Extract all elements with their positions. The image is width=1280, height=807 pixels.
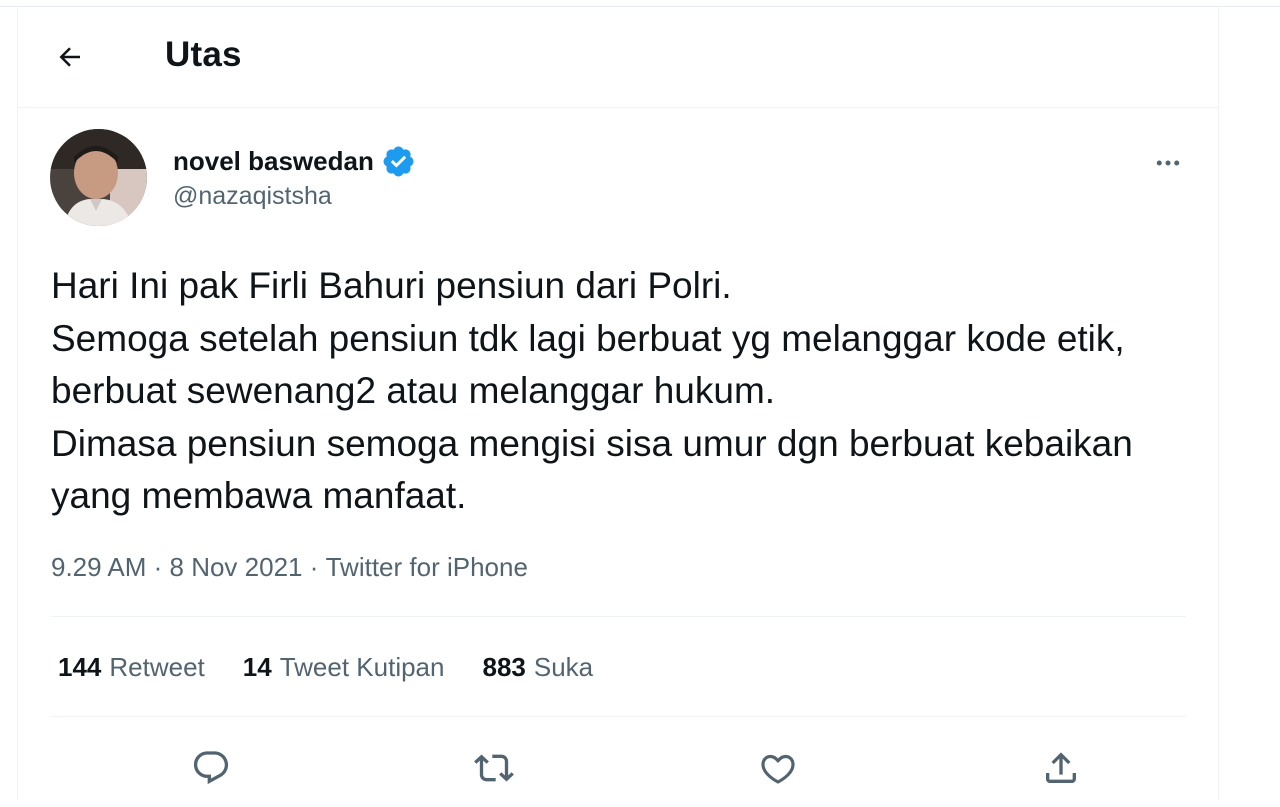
tweet-date[interactable]: 8 Nov 2021 — [170, 552, 303, 583]
divider — [51, 616, 1186, 617]
likes-stat[interactable]: 883 Suka — [482, 652, 593, 683]
quotes-count: 14 — [242, 652, 272, 682]
quotes-stat[interactable]: 14 Tweet Kutipan — [243, 652, 445, 683]
reply-icon — [193, 751, 229, 785]
likes-label: Suka — [533, 652, 594, 682]
author-name-row: novel baswedan — [173, 144, 416, 179]
quotes-label: Tweet Kutipan — [279, 652, 445, 682]
retweet-button[interactable] — [469, 743, 519, 793]
retweets-stat[interactable]: 144 Retweet — [58, 652, 205, 683]
share-button[interactable] — [1036, 743, 1086, 793]
tweet-actions — [51, 735, 1186, 807]
tweet-time[interactable]: 9.29 AM — [51, 552, 146, 583]
reply-button[interactable] — [186, 743, 236, 793]
divider — [51, 716, 1186, 717]
author-handle[interactable]: @nazaqistsha — [173, 182, 332, 211]
retweets-count: 144 — [58, 652, 102, 682]
tweet-source[interactable]: Twitter for iPhone — [326, 552, 528, 583]
retweet-icon — [474, 754, 514, 782]
share-icon — [1046, 752, 1076, 783]
avatar[interactable] — [50, 129, 147, 226]
browser-top-edge — [0, 0, 1280, 7]
verified-badge-icon — [381, 144, 416, 179]
retweets-label: Retweet — [109, 652, 205, 682]
more-button[interactable] — [1148, 143, 1188, 183]
page-title: Utas — [165, 35, 242, 74]
tweet-text: Hari Ini pak Firli Bahuri pensiun dari P… — [51, 265, 1133, 516]
meta-separator: · — [302, 552, 326, 582]
heart-icon — [761, 754, 795, 784]
back-button[interactable] — [50, 37, 90, 77]
tweet-stats: 144 Retweet 14 Tweet Kutipan 883 Suka — [58, 652, 631, 683]
arrow-left-icon — [59, 47, 80, 67]
tweet-meta: 9.29 AM · 8 Nov 2021 · Twitter for iPhon… — [51, 552, 528, 583]
thread-column: Utas novel baswedan @nazaqistsha Hari In… — [17, 7, 1219, 800]
avatar-photo — [50, 129, 147, 226]
like-button[interactable] — [753, 743, 803, 793]
more-horizontal-icon — [1156, 160, 1180, 166]
author-name[interactable]: novel baswedan — [173, 146, 374, 177]
meta-separator: · — [146, 552, 170, 582]
page-header: Utas — [18, 7, 1218, 108]
likes-count: 883 — [482, 652, 526, 682]
